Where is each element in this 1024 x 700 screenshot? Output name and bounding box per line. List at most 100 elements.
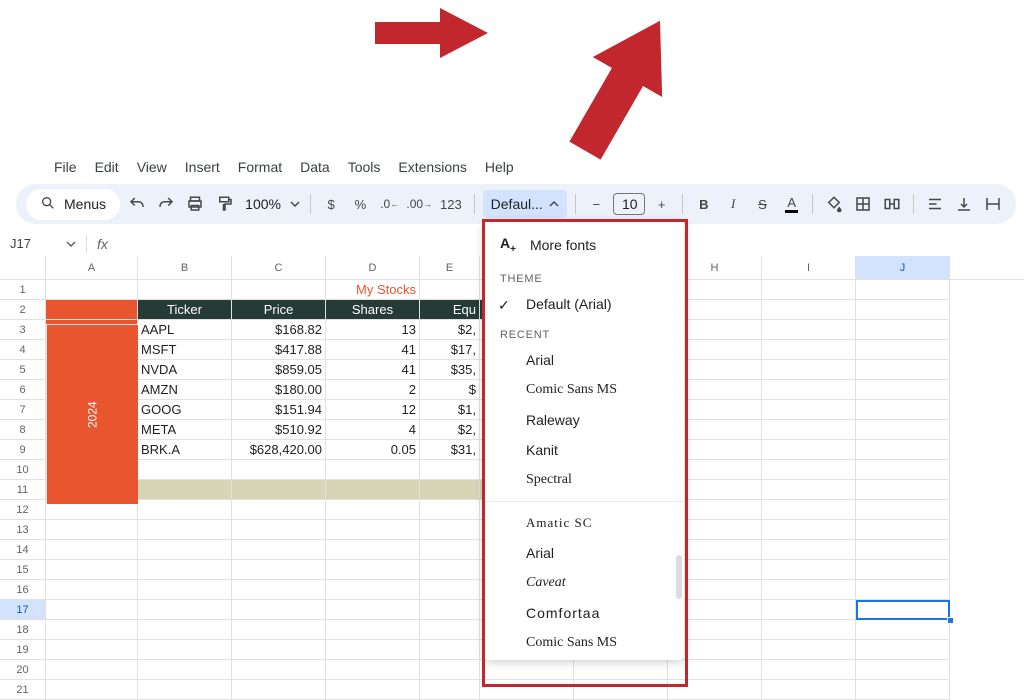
print-button[interactable] [183, 190, 208, 218]
cell[interactable] [326, 680, 420, 700]
row-header[interactable]: 13 [0, 520, 46, 540]
cell[interactable] [326, 500, 420, 520]
text-wrap-button[interactable] [981, 190, 1006, 218]
row-header[interactable]: 6 [0, 380, 46, 400]
equity-cell[interactable]: $1, [420, 400, 480, 420]
cell[interactable] [232, 500, 326, 520]
decrease-font-size-button[interactable]: − [584, 190, 609, 218]
increase-decimal-button[interactable]: .00→ [406, 190, 432, 218]
format-number-button[interactable]: 123 [436, 190, 466, 218]
equity-cell[interactable]: $17, [420, 340, 480, 360]
cell[interactable] [420, 560, 480, 580]
cell[interactable] [420, 600, 480, 620]
ticker-cell[interactable]: BRK.A [138, 440, 232, 460]
cell[interactable] [232, 520, 326, 540]
cell[interactable] [232, 540, 326, 560]
cell[interactable] [762, 500, 856, 520]
more-fonts-item[interactable]: A+ More fonts [484, 227, 684, 263]
cell[interactable] [326, 620, 420, 640]
zoom-select[interactable]: 100% [241, 196, 285, 212]
cell[interactable] [420, 580, 480, 600]
equity-cell[interactable]: $2, [420, 420, 480, 440]
font-item-comfortaa[interactable]: Comfortaa [484, 598, 684, 628]
cell[interactable] [762, 340, 856, 360]
font-item-default-arial[interactable]: ✓ Default (Arial) [484, 289, 684, 319]
cell[interactable] [856, 440, 950, 460]
cell[interactable] [46, 280, 138, 300]
font-item-raleway[interactable]: Raleway [484, 405, 684, 435]
text-color-button[interactable]: A [779, 190, 804, 218]
cell[interactable] [138, 560, 232, 580]
equity-cell[interactable]: $2, [420, 320, 480, 340]
row-header[interactable]: 20 [0, 660, 46, 680]
menu-extensions[interactable]: Extensions [398, 159, 466, 175]
cell[interactable] [762, 480, 856, 500]
cell[interactable] [326, 480, 420, 500]
column-header-B[interactable]: B [138, 256, 232, 279]
cell[interactable] [856, 460, 950, 480]
cell[interactable] [856, 500, 950, 520]
menu-format[interactable]: Format [238, 159, 282, 175]
cell[interactable] [138, 620, 232, 640]
price-cell[interactable]: $180.00 [232, 380, 326, 400]
increase-font-size-button[interactable]: + [649, 190, 674, 218]
cell[interactable] [762, 420, 856, 440]
zoom-dropdown-icon[interactable] [289, 190, 302, 218]
cell[interactable] [856, 480, 950, 500]
cell[interactable] [46, 580, 138, 600]
row-header[interactable]: 9 [0, 440, 46, 460]
cell[interactable] [762, 400, 856, 420]
cell[interactable] [46, 560, 138, 580]
scrollbar-thumb[interactable] [676, 555, 682, 599]
cell[interactable] [856, 620, 950, 640]
menus-search[interactable]: Menus [26, 189, 120, 220]
cell[interactable] [232, 560, 326, 580]
cell[interactable] [856, 420, 950, 440]
cell[interactable] [856, 540, 950, 560]
column-header-I[interactable]: I [762, 256, 856, 279]
paint-format-button[interactable] [212, 190, 237, 218]
shares-cell[interactable]: 12 [326, 400, 420, 420]
format-percent-button[interactable]: % [348, 190, 373, 218]
row-header[interactable]: 5 [0, 360, 46, 380]
cell[interactable] [232, 660, 326, 680]
cell[interactable] [856, 560, 950, 580]
merge-cells-button[interactable] [880, 190, 905, 218]
cell[interactable] [856, 520, 950, 540]
cell[interactable] [762, 460, 856, 480]
font-item-kanit[interactable]: Kanit [484, 435, 684, 465]
price-cell[interactable]: $510.92 [232, 420, 326, 440]
undo-button[interactable] [124, 190, 149, 218]
cell[interactable] [232, 620, 326, 640]
borders-button[interactable] [851, 190, 876, 218]
equity-cell[interactable]: $31, [420, 440, 480, 460]
column-header-D[interactable]: D [326, 256, 420, 279]
cell[interactable] [326, 660, 420, 680]
font-size-input[interactable]: 10 [613, 193, 645, 215]
ticker-cell[interactable]: AMZN [138, 380, 232, 400]
cell[interactable] [138, 580, 232, 600]
cell[interactable] [138, 660, 232, 680]
cell[interactable] [138, 480, 232, 500]
chevron-down-icon[interactable] [66, 239, 76, 249]
cell[interactable] [46, 620, 138, 640]
cell[interactable] [856, 640, 950, 660]
cell[interactable] [326, 600, 420, 620]
cell[interactable] [856, 280, 950, 300]
title-cell[interactable]: My Stocks [326, 280, 420, 300]
format-currency-button[interactable]: $ [319, 190, 344, 218]
cell[interactable] [420, 540, 480, 560]
menu-view[interactable]: View [137, 159, 167, 175]
cell[interactable] [232, 600, 326, 620]
selection-handle[interactable] [947, 617, 954, 624]
font-item-comic-sans-all[interactable]: Comic Sans MS [484, 628, 684, 658]
equity-cell[interactable]: $ [420, 380, 480, 400]
cell[interactable] [420, 520, 480, 540]
cell[interactable] [762, 560, 856, 580]
column-header-J[interactable]: J [856, 256, 950, 279]
font-item-arial[interactable]: Arial [484, 345, 684, 375]
row-header[interactable]: 15 [0, 560, 46, 580]
cell[interactable] [138, 640, 232, 660]
header-ticker[interactable]: Ticker [138, 300, 232, 320]
cell[interactable] [326, 460, 420, 480]
